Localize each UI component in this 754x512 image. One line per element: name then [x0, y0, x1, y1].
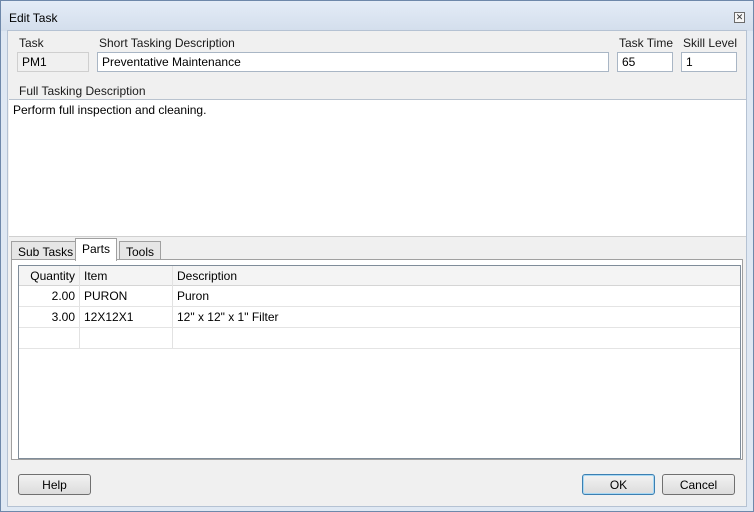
skill-level-field[interactable]: 1	[681, 52, 737, 72]
table-row[interactable]: 2.00 PURON Puron	[19, 286, 740, 307]
table-row[interactable]: 3.00 12X12X1 12" x 12" x 1" Filter	[19, 307, 740, 328]
cell-description[interactable]	[173, 328, 740, 348]
full-desc-label: Full Tasking Description	[19, 84, 146, 98]
short-desc-field[interactable]: Preventative Maintenance	[97, 52, 609, 72]
cell-item[interactable]	[80, 328, 173, 348]
tab-tools[interactable]: Tools	[119, 241, 162, 260]
cell-description[interactable]: 12" x 12" x 1" Filter	[173, 307, 740, 327]
parts-tab-panel: Quantity Item Description 2.00 PURON Pur…	[11, 259, 743, 460]
cancel-button[interactable]: Cancel	[662, 474, 735, 495]
ok-button[interactable]: OK	[582, 474, 655, 495]
column-header-quantity[interactable]: Quantity	[19, 266, 80, 286]
task-time-field[interactable]: 65	[617, 52, 673, 72]
help-button[interactable]: Help	[18, 474, 91, 495]
edit-task-dialog: Edit Task ✕ Task PM1 Short Tasking Descr…	[0, 0, 754, 512]
close-icon[interactable]: ✕	[734, 12, 745, 23]
tab-parts[interactable]: Parts	[75, 238, 118, 261]
cell-quantity[interactable]	[19, 328, 80, 348]
task-field[interactable]: PM1	[17, 52, 89, 72]
task-time-label: Task Time	[619, 36, 674, 50]
task-label: Task	[19, 36, 44, 50]
table-row-new[interactable]	[19, 328, 740, 349]
cell-quantity[interactable]: 3.00	[19, 307, 80, 327]
column-header-description[interactable]: Description	[173, 266, 740, 286]
grid-header: Quantity Item Description	[19, 266, 740, 286]
short-desc-label: Short Tasking Description	[99, 36, 235, 50]
column-header-item[interactable]: Item	[80, 266, 173, 286]
parts-grid[interactable]: Quantity Item Description 2.00 PURON Pur…	[18, 265, 741, 459]
tab-sub-tasks[interactable]: Sub Tasks	[11, 241, 81, 260]
dialog-body: Task PM1 Short Tasking Description Preve…	[7, 30, 747, 507]
cell-description[interactable]: Puron	[173, 286, 740, 306]
window-title: Edit Task	[9, 11, 58, 25]
cell-quantity[interactable]: 2.00	[19, 286, 80, 306]
title-bar[interactable]: Edit Task ✕	[1, 1, 753, 31]
cell-item[interactable]: 12X12X1	[80, 307, 173, 327]
cell-item[interactable]: PURON	[80, 286, 173, 306]
full-desc-textarea[interactable]: Perform full inspection and cleaning.	[9, 99, 746, 237]
skill-level-label: Skill Level	[683, 36, 738, 50]
